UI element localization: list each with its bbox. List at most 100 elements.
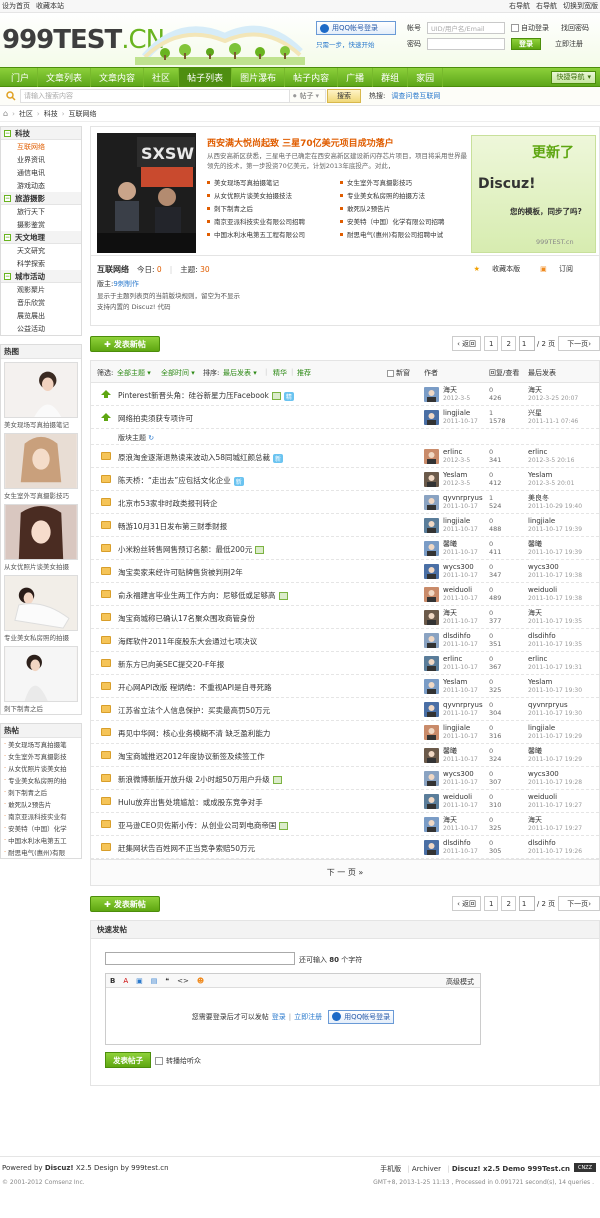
last-poster[interactable]: dlsdihfo — [528, 632, 556, 640]
username-input[interactable]: UID/用户名/Email — [427, 22, 505, 34]
thread-title[interactable]: 淘宝卖家来经许可贴牌售货被判刑2年 — [118, 567, 243, 578]
table-row[interactable]: 淘宝卖家来经许可贴牌售货被判刑2年 wycs300 2011-10-17 0 347 wy… — [91, 560, 599, 583]
next-page-bar[interactable]: 下 一 页 » — [91, 859, 599, 885]
promo-link[interactable]: 安美特（中国）化学有限公司招聘 — [340, 216, 469, 226]
set-homepage-link[interactable]: 设为首页 — [2, 1, 30, 11]
search-button[interactable]: 搜索 — [327, 89, 361, 103]
thread-author[interactable]: erlinc — [443, 655, 462, 663]
sidebar-item-music[interactable]: 音乐欣赏 — [1, 296, 81, 309]
section-divider-row[interactable]: 版块主题 ↻ — [91, 429, 599, 445]
table-row[interactable]: 俞永福建言毕业生两工作方向：尼够低或足够高 weiduoli 2011-10-17 0… — [91, 583, 599, 606]
last-poster[interactable]: 馨曦 — [528, 540, 542, 548]
quote-icon[interactable]: ❝ — [165, 977, 169, 985]
thread-title[interactable]: 海辉软件2011年度股东大会通过七项决议 — [118, 636, 257, 647]
thread-title[interactable]: 网络拍卖须获专项许可 — [118, 413, 193, 424]
mobile-link[interactable]: 手机版 — [380, 1165, 401, 1173]
avatar[interactable] — [424, 610, 439, 625]
collapse-icon[interactable]: − — [4, 233, 11, 241]
attachment-icon[interactable]: ▤ — [151, 977, 158, 985]
last-poster[interactable]: 海天 — [528, 386, 542, 394]
hot-thread-item[interactable]: 南京亚派科技实业有 — [1, 810, 81, 822]
page-1[interactable]: 1 — [483, 896, 499, 911]
thread-title[interactable]: 再见中华网：核心业务模糊不清 缺乏盈利能力 — [118, 728, 270, 739]
auto-login-checkbox[interactable] — [511, 24, 519, 32]
last-poster[interactable]: 馨曦 — [528, 747, 542, 755]
hot-thread-item[interactable]: 敢死队2预告片 — [1, 798, 81, 810]
back-button[interactable]: ‹ 返回 — [452, 896, 481, 911]
table-row[interactable]: 开心网API改版 程炳皓：不重视API是自寻死路 Yeslam 2011-10-17… — [91, 675, 599, 698]
thread-title[interactable]: 新浪微博新版开放升级 2小时超50万用户升级 — [118, 774, 282, 785]
password-input[interactable] — [427, 38, 505, 50]
breadcrumb-community[interactable]: 社区 — [19, 109, 33, 119]
thread-author[interactable]: dlsdihfo — [443, 839, 471, 847]
collapse-icon[interactable]: − — [4, 129, 11, 137]
avatar[interactable] — [424, 410, 439, 425]
demo-site-link[interactable]: Discuz! x2.5 Demo 999Test.cn — [452, 1165, 570, 1173]
table-row[interactable]: 新东方已向美SEC提交20-F年报 erlinc 2011-10-17 0 367 erl… — [91, 652, 599, 675]
pic-item[interactable]: 从女优照片谈美女拍摄 — [1, 501, 81, 572]
home-icon[interactable]: ⌂ — [3, 109, 8, 118]
login-button[interactable]: 登录 — [511, 38, 541, 50]
editor-qq-login-button[interactable]: 用QQ帐号登录 — [328, 1009, 395, 1024]
back-button[interactable]: ‹ 返回 — [452, 336, 481, 351]
photo-thumbnail[interactable] — [4, 646, 78, 702]
collapse-icon[interactable]: − — [4, 194, 11, 202]
cnzz-badge[interactable]: CNZZ — [574, 1163, 596, 1172]
sidebar-item-industry-news[interactable]: 业界资讯 — [1, 153, 81, 166]
thread-author[interactable]: 馨曦 — [443, 747, 457, 755]
sidebar-item-games[interactable]: 游戏动态 — [1, 179, 81, 192]
thread-author[interactable]: weiduoli — [443, 793, 472, 801]
last-poster[interactable]: wycs300 — [528, 770, 559, 778]
category-astronomy[interactable]: − 天文地理 — [1, 231, 81, 244]
thread-author[interactable]: lingjiale — [443, 724, 470, 732]
table-row[interactable]: 新浪微博新版开放升级 2小时超50万用户升级 wycs300 2011-10-17 0… — [91, 767, 599, 790]
page-2[interactable]: 2 — [501, 896, 516, 911]
promo-link[interactable]: 女生室外写真摄影技巧 — [340, 177, 469, 187]
last-poster[interactable]: dlsdihfo — [528, 839, 556, 847]
avatar[interactable] — [424, 633, 439, 648]
photo-thumbnail[interactable] — [4, 433, 78, 489]
table-row[interactable]: 陈天桥：“走出去”应包括文化企业新 Yeslam 2012-3-5 0 412 Yesla… — [91, 468, 599, 491]
next-page-button[interactable]: 下一页 › — [558, 896, 600, 911]
hot-thread-item[interactable]: 安美特（中国）化学 — [1, 822, 81, 834]
nav-thread-list[interactable]: 帖子列表 — [179, 67, 233, 87]
promo-link[interactable]: 刺下制青之后 — [207, 203, 336, 213]
nav-community[interactable]: 社区 — [144, 67, 180, 87]
thread-author[interactable]: lingjiale — [443, 517, 470, 525]
filter-all-topics[interactable]: 全部主题 ▾ — [117, 368, 151, 378]
promo-link[interactable]: 敢死队2预告片 — [340, 203, 469, 213]
last-poster[interactable]: 美良冬 — [528, 494, 549, 502]
table-row[interactable]: 海辉软件2011年度股东大会通过七项决议 dlsdihfo 2011-10-17 0 3… — [91, 629, 599, 652]
hot-thread-item[interactable]: 中国水利水电第五工 — [1, 834, 81, 846]
avatar[interactable] — [424, 817, 439, 832]
thread-title[interactable]: 江苏省立法个人信息保护：买卖最高罚50万元 — [118, 705, 270, 716]
thread-title[interactable]: 北京市53家非时政类报刊转企 — [118, 498, 218, 509]
photo-thumbnail[interactable] — [4, 504, 78, 560]
photo-thumbnail[interactable] — [4, 362, 78, 418]
right-nav-link-1[interactable]: 右导航 — [509, 1, 530, 11]
hot-thread-item[interactable]: 从女优照片谈美女拍 — [1, 762, 81, 774]
promo-link[interactable]: 耐思电气(惠州)有限公司招聘中试 — [340, 229, 469, 239]
sidebar-item-travel[interactable]: 旅行天下 — [1, 205, 81, 218]
promo-link[interactable]: 美女现场写真拍摄笔记 — [207, 177, 336, 187]
thread-author[interactable]: 海天 — [443, 609, 457, 617]
register-link[interactable]: 立即注册 — [555, 39, 583, 49]
thread-author[interactable]: weiduoli — [443, 586, 472, 594]
table-row[interactable]: 原浪淘金逐渐退熟读来波动入58同城红颜总裁新 erlinc 2012-3-5 0 341… — [91, 445, 599, 468]
nav-portal[interactable]: 门户 — [3, 67, 39, 87]
category-city-events[interactable]: − 城市活动 — [1, 270, 81, 283]
hot-thread-item[interactable]: 美女现场写真拍摄笔 — [1, 738, 81, 750]
table-row[interactable]: 再见中华网：核心业务模糊不清 缺乏盈利能力 lingjiale 2011-10-17… — [91, 721, 599, 744]
promo-photo[interactable]: SXSW — [97, 133, 196, 253]
collapse-icon[interactable]: − — [4, 272, 11, 280]
breadcrumb-internet[interactable]: 互联网络 — [69, 109, 97, 119]
table-row[interactable]: 江苏省立法个人信息保护：买卖最高罚50万元 qyvnrpryus 2011-10-1… — [91, 698, 599, 721]
thread-title[interactable]: 小米粉丝转售网售预订名额：最低200元 — [118, 544, 265, 555]
filter-digest[interactable]: 精华 — [273, 368, 287, 378]
category-travel-photo[interactable]: − 旅游摄影 — [1, 192, 81, 205]
pic-item[interactable]: 美女现场写真拍摄笔记 — [1, 359, 81, 430]
sidebar-item-exhibition[interactable]: 展览展出 — [1, 309, 81, 322]
pic-item[interactable]: 专业美女私房照的拍摄 — [1, 572, 81, 643]
thread-author[interactable]: erlinc — [443, 448, 462, 456]
new-post-button[interactable]: ✚ 发表新帖 — [90, 336, 160, 352]
